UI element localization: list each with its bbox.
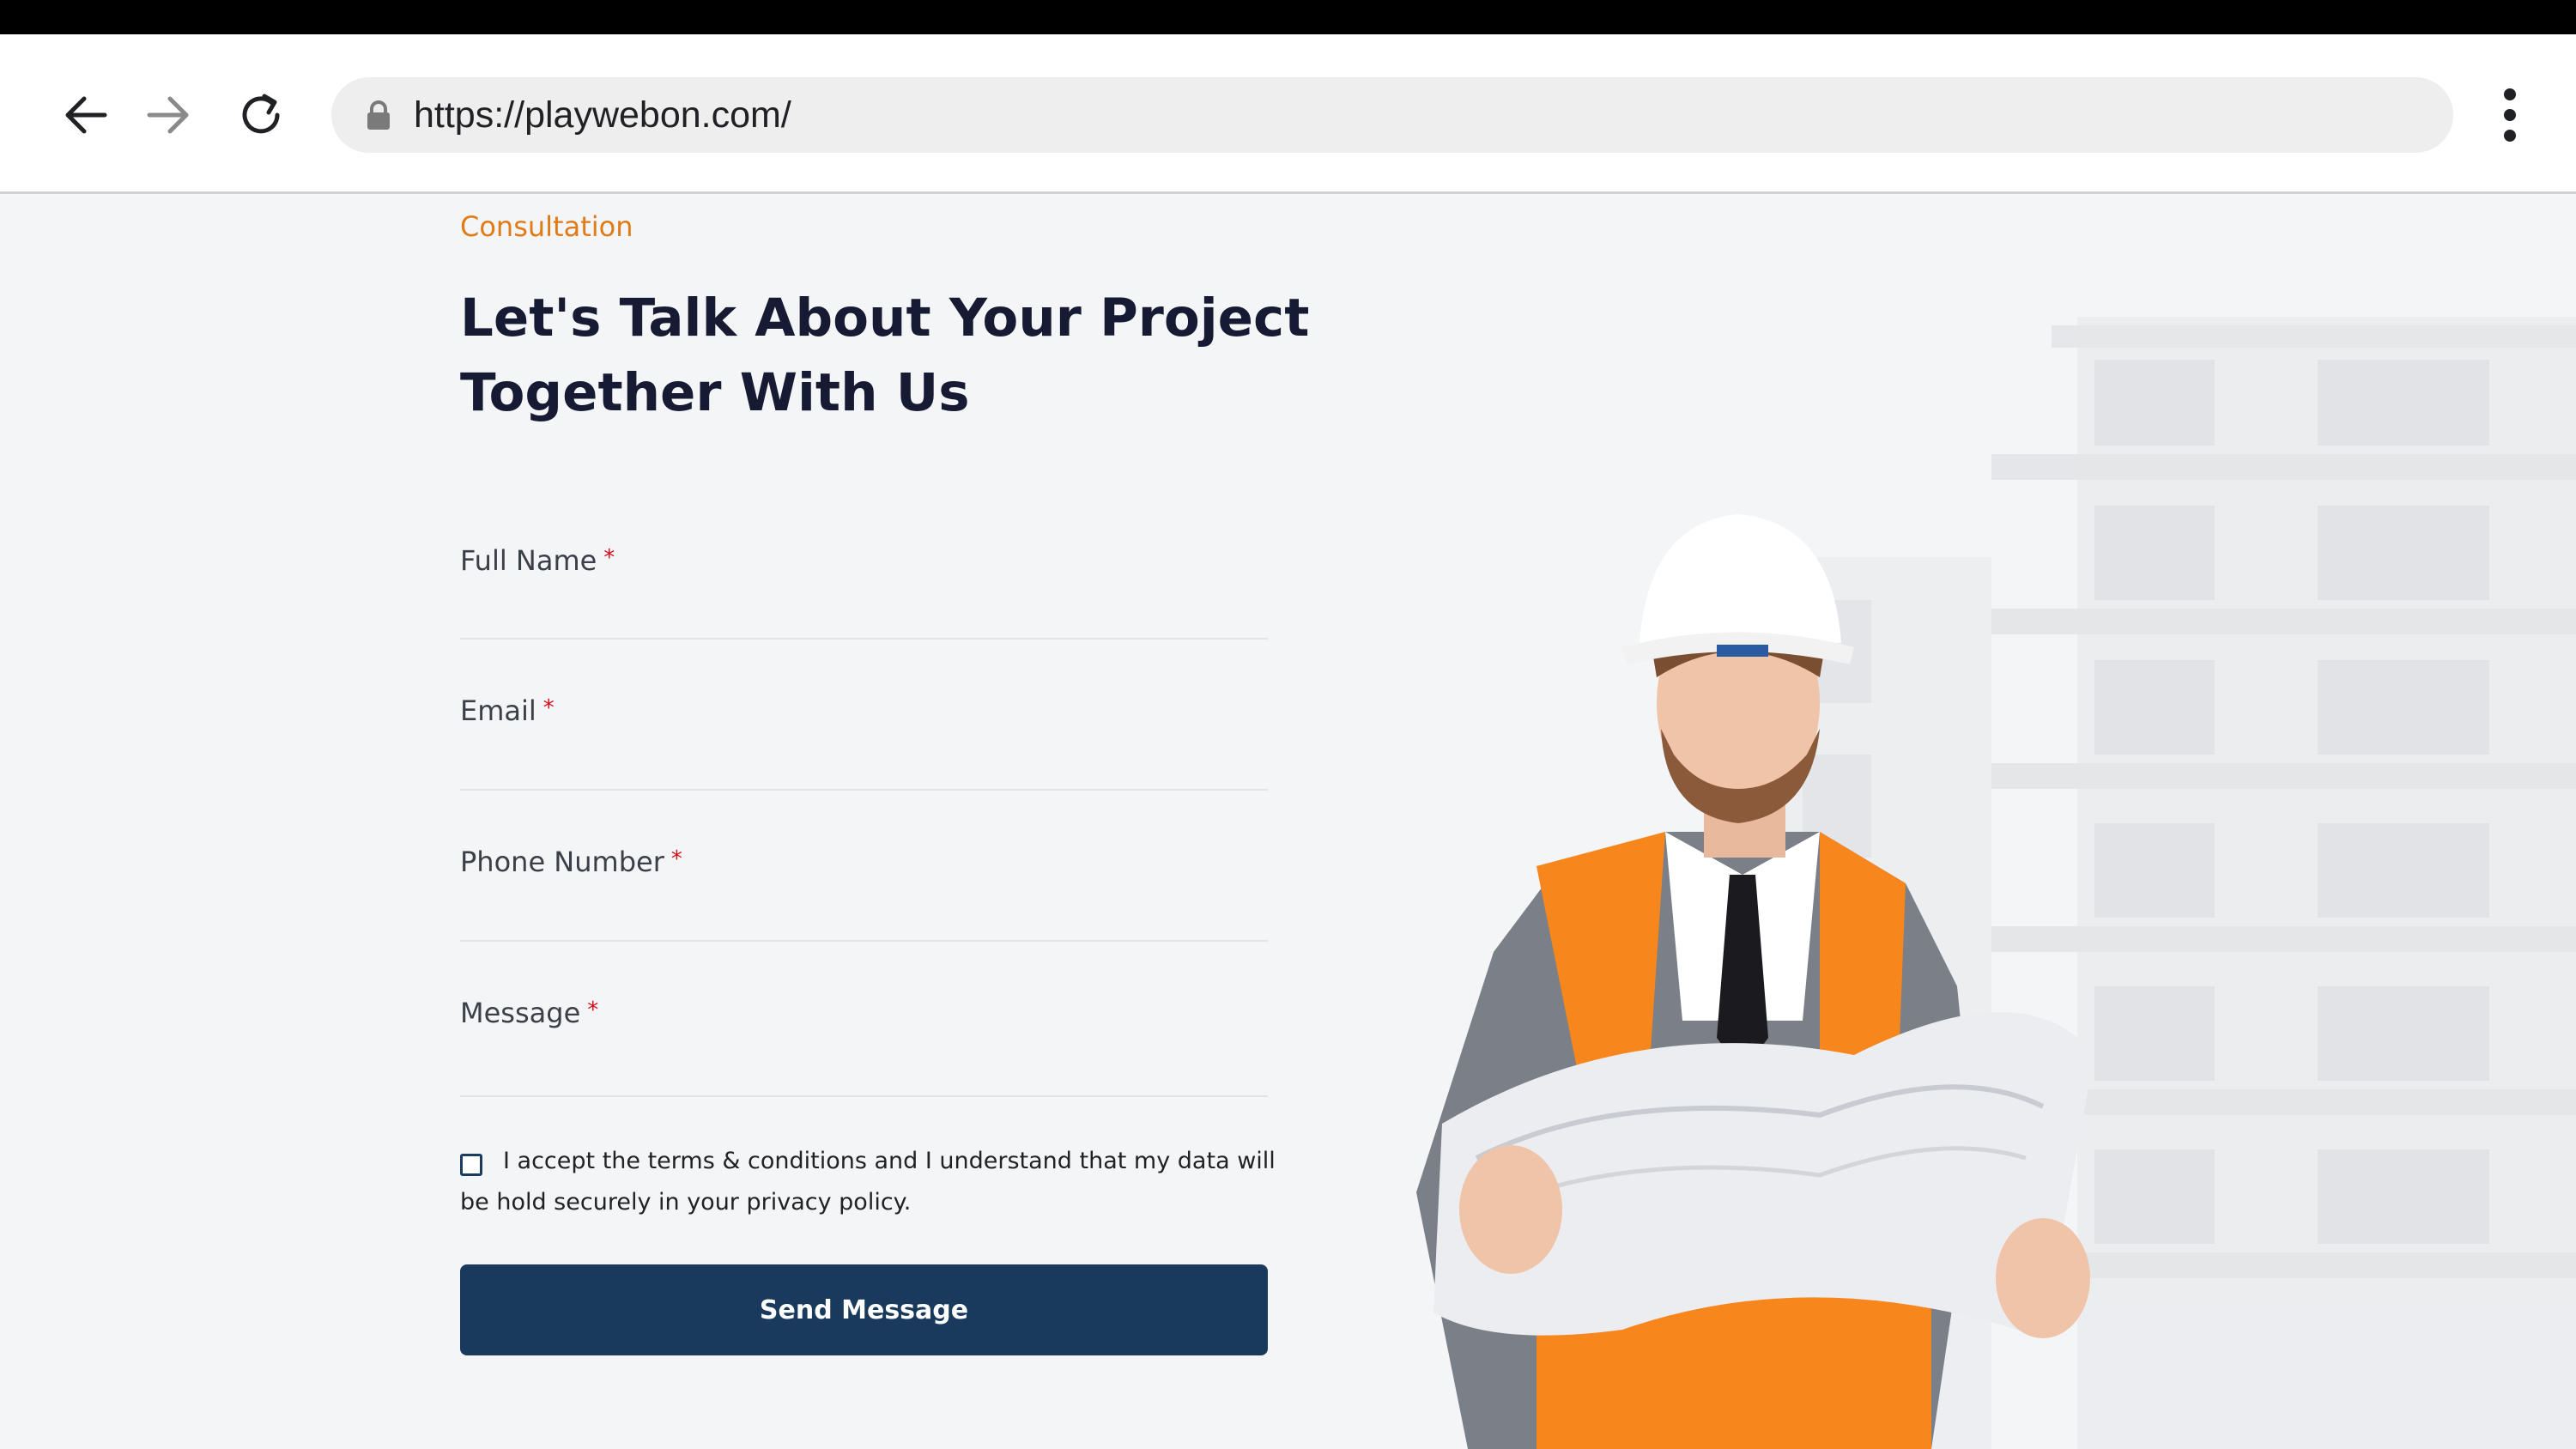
consent-checkbox[interactable]: [460, 1154, 482, 1176]
send-message-button[interactable]: Send Message: [460, 1264, 1268, 1355]
forward-button[interactable]: [134, 81, 203, 149]
menu-dot-icon: [2504, 130, 2516, 142]
required-mark: *: [603, 545, 615, 571]
phone-number-label-text: Phone Number: [460, 846, 664, 878]
phone-number-label: Phone Number *: [460, 846, 682, 878]
required-mark: *: [670, 846, 682, 872]
menu-dot-icon: [2504, 88, 2516, 100]
browser-menu-button[interactable]: [2477, 82, 2543, 148]
message-field[interactable]: Message *: [460, 997, 1268, 1097]
email-input[interactable]: [460, 743, 1268, 785]
phone-number-field[interactable]: Phone Number *: [460, 846, 1268, 942]
required-mark: *: [587, 997, 599, 1023]
engineer-figure: [1416, 514, 2094, 1449]
url-text[interactable]: https://playwebon.com/: [414, 77, 791, 153]
email-label-text: Email: [460, 694, 536, 727]
message-textarea[interactable]: [460, 1049, 1268, 1092]
browser-toolbar: https://playwebon.com/: [0, 34, 2576, 194]
section-eyebrow: Consultation: [460, 210, 633, 243]
reload-icon: [242, 94, 280, 134]
consent-row: I accept the terms & conditions and I un…: [460, 1141, 1284, 1223]
email-label: Email *: [460, 694, 555, 727]
lock-icon: [367, 100, 390, 130]
full-name-input[interactable]: [460, 591, 1268, 634]
system-status-bar: [0, 0, 2576, 34]
arrow-right-icon: [147, 96, 189, 134]
back-button[interactable]: [52, 81, 120, 149]
email-field[interactable]: Email *: [460, 694, 1268, 791]
web-page: Consultation Let's Talk About Your Proje…: [0, 197, 2576, 1449]
address-bar[interactable]: https://playwebon.com/: [331, 77, 2453, 153]
message-label-text: Message: [460, 997, 581, 1029]
full-name-label-text: Full Name: [460, 544, 597, 577]
consent-text: I accept the terms & conditions and I un…: [460, 1148, 1276, 1216]
menu-dot-icon: [2504, 109, 2516, 121]
section-headline: Let's Talk About Your Project Together W…: [460, 288, 1310, 423]
required-mark: *: [542, 695, 555, 721]
message-label: Message *: [460, 997, 598, 1029]
reload-button[interactable]: [227, 81, 295, 149]
phone-number-input[interactable]: [460, 894, 1268, 937]
arrow-left-icon: [65, 96, 107, 134]
full-name-label: Full Name *: [460, 544, 615, 577]
full-name-field[interactable]: Full Name *: [460, 544, 1268, 640]
engineer-hero-illustration: [1416, 317, 2576, 1449]
